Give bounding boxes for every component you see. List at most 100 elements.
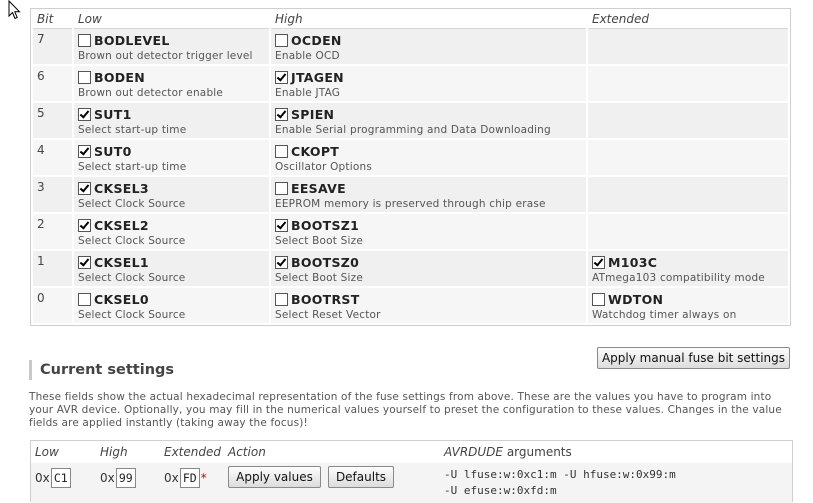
fuse-description: Select Boot Size	[275, 272, 363, 284]
fuse-checkbox[interactable]	[78, 219, 91, 232]
fuse-label[interactable]: SPIEN	[291, 107, 334, 122]
high-fuse-input[interactable]	[115, 468, 136, 488]
fuse-description: Enable OCD	[275, 50, 340, 62]
fuse-cell-extended	[588, 214, 788, 251]
fuse-description: Enable JTAG	[275, 87, 341, 99]
hex-prefix-extended: 0x	[164, 471, 179, 485]
settings-row: 0x 0x 0x * Apply values Defaults -U lfus…	[31, 463, 792, 503]
fuse-name-row: SUT0	[78, 144, 265, 159]
fuse-label[interactable]: BODEN	[94, 70, 145, 85]
fuse-label[interactable]: EESAVE	[291, 181, 346, 196]
fuse-description: Select Clock Source	[78, 272, 186, 284]
fuse-cell-low: CKSEL0 Select Clock Source	[74, 288, 269, 325]
fuse-cell-low: CKSEL3 Select Clock Source	[74, 177, 269, 214]
fuse-checkbox[interactable]	[275, 71, 288, 84]
fuse-description: Select Reset Vector	[275, 309, 381, 321]
fuse-description: Select Clock Source	[78, 198, 186, 210]
fuse-label[interactable]: CKSEL0	[94, 292, 149, 307]
fuse-cell-high: OCDEN Enable OCD	[271, 29, 586, 66]
fuse-label[interactable]: SUT1	[94, 107, 132, 122]
apply-manual-fuse-button[interactable]: Apply manual fuse bit settings	[597, 347, 790, 369]
current-settings-panel: Low High Extended Action AVRDUDE argumen…	[30, 440, 793, 503]
fuse-description: ATmega103 compatibility mode	[592, 272, 765, 284]
args-header-prefix: AVRDUDE	[444, 445, 504, 459]
fuse-label[interactable]: M103C	[608, 255, 657, 270]
low-fuse-input[interactable]	[50, 468, 71, 488]
fuse-description: Select start-up time	[78, 161, 187, 173]
fuse-label[interactable]: JTAGEN	[291, 70, 344, 85]
fuse-label[interactable]: WDTON	[608, 292, 663, 307]
fuse-label[interactable]: BODLEVEL	[94, 33, 170, 48]
fuse-cell-extended	[588, 66, 788, 103]
avrdude-arguments: -U lfuse:w:0xc1:m -U hfuse:w:0x99:m -U e…	[444, 467, 676, 499]
defaults-button[interactable]: Defaults	[328, 466, 394, 488]
bit-number: 4	[33, 140, 72, 177]
fuse-cell-extended	[588, 29, 788, 66]
fuse-cell-high: CKOPT Oscillator Options	[271, 140, 586, 177]
fuse-checkbox[interactable]	[78, 71, 91, 84]
fuse-cell-low: SUT1 Select start-up time	[74, 103, 269, 140]
fuse-name-row: CKSEL0	[78, 292, 265, 307]
fuse-cell-high: BOOTSZ0 Select Boot Size	[271, 251, 586, 288]
fuse-checkbox[interactable]	[275, 108, 288, 121]
fuse-description: Watchdog timer always on	[592, 309, 737, 321]
fuse-name-row: CKOPT	[275, 144, 582, 159]
fuse-name-row: BOOTRST	[275, 292, 582, 307]
fuse-label[interactable]: OCDEN	[291, 33, 342, 48]
settings-header-args: AVRDUDE arguments	[444, 445, 572, 459]
fuse-checkbox[interactable]	[78, 293, 91, 306]
fuse-description: Brown out detector enable	[78, 87, 224, 99]
mouse-pointer-icon	[8, 0, 21, 20]
settings-header-extended: Extended	[164, 445, 221, 459]
fuse-label[interactable]: BOOTSZ0	[291, 255, 359, 270]
fuse-checkbox[interactable]	[592, 256, 605, 269]
settings-header-low: Low	[35, 445, 59, 459]
fuse-checkbox[interactable]	[592, 293, 605, 306]
fuse-label[interactable]: CKOPT	[291, 144, 339, 159]
fuse-checkbox[interactable]	[275, 34, 288, 47]
fuse-checkbox[interactable]	[78, 256, 91, 269]
bit-number: 6	[33, 66, 72, 103]
fuse-name-row: M103C	[592, 255, 784, 270]
settings-header-action: Action	[228, 445, 266, 459]
fuse-label[interactable]: SUT0	[94, 144, 132, 159]
fuse-row: 2 CKSEL2 Select Clock Source BOOTSZ1 Select …	[33, 214, 788, 251]
fuse-checkbox[interactable]	[275, 219, 288, 232]
fuse-row: 7 BODLEVEL Brown out detector trigger leve…	[33, 29, 788, 66]
fuse-name-row: CKSEL1	[78, 255, 265, 270]
fuse-checkbox[interactable]	[275, 256, 288, 269]
fuse-label[interactable]: CKSEL1	[94, 255, 149, 270]
fuse-label[interactable]: CKSEL3	[94, 181, 149, 196]
fuse-cell-low: BODLEVEL Brown out detector trigger level	[74, 29, 269, 66]
fuse-description: Oscillator Options	[275, 161, 373, 173]
fuse-description: Select Boot Size	[275, 235, 363, 247]
col-header-extended: Extended	[588, 9, 788, 29]
args-line-2: -U efuse:w:0xfd:m	[444, 484, 557, 497]
fuse-row: 5 SUT1 Select start-up time SPIEN Enable Ser…	[33, 103, 788, 140]
fuse-label[interactable]: BOOTSZ1	[291, 218, 359, 233]
fuse-checkbox[interactable]	[78, 145, 91, 158]
fuse-label[interactable]: BOOTRST	[291, 292, 360, 307]
fuse-checkbox[interactable]	[275, 182, 288, 195]
bit-number: 3	[33, 177, 72, 214]
fuse-checkbox[interactable]	[78, 34, 91, 47]
fuse-label[interactable]: CKSEL2	[94, 218, 149, 233]
settings-header-high: High	[100, 445, 128, 459]
fuse-checkbox[interactable]	[275, 145, 288, 158]
fuse-name-row: BODEN	[78, 70, 265, 85]
args-line-1: -U lfuse:w:0xc1:m -U hfuse:w:0x99:m	[444, 468, 676, 481]
fuse-cell-extended	[588, 177, 788, 214]
fuse-description: Enable Serial programming and Data Downl…	[275, 124, 551, 136]
fuse-cell-extended	[588, 103, 788, 140]
fuse-checkbox[interactable]	[78, 182, 91, 195]
fuse-cell-low: CKSEL1 Select Clock Source	[74, 251, 269, 288]
fuse-checkbox[interactable]	[78, 108, 91, 121]
col-header-high: High	[271, 9, 586, 29]
bit-number: 5	[33, 103, 72, 140]
fuse-checkbox[interactable]	[275, 293, 288, 306]
hex-prefix-high: 0x	[100, 471, 115, 485]
apply-values-button[interactable]: Apply values	[228, 466, 321, 488]
current-settings-title: Current settings	[29, 360, 174, 380]
fuse-cell-low: SUT0 Select start-up time	[74, 140, 269, 177]
extended-fuse-input[interactable]	[179, 468, 200, 488]
